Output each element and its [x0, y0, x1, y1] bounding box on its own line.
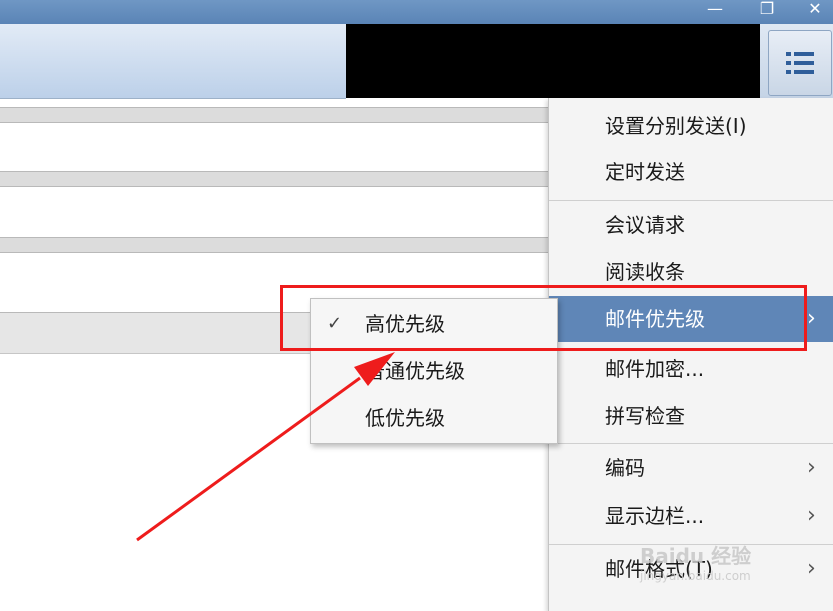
- annotation-arrow: [136, 352, 395, 542]
- watermark: Baidu 经验 jingyan.baidu.com: [640, 544, 752, 583]
